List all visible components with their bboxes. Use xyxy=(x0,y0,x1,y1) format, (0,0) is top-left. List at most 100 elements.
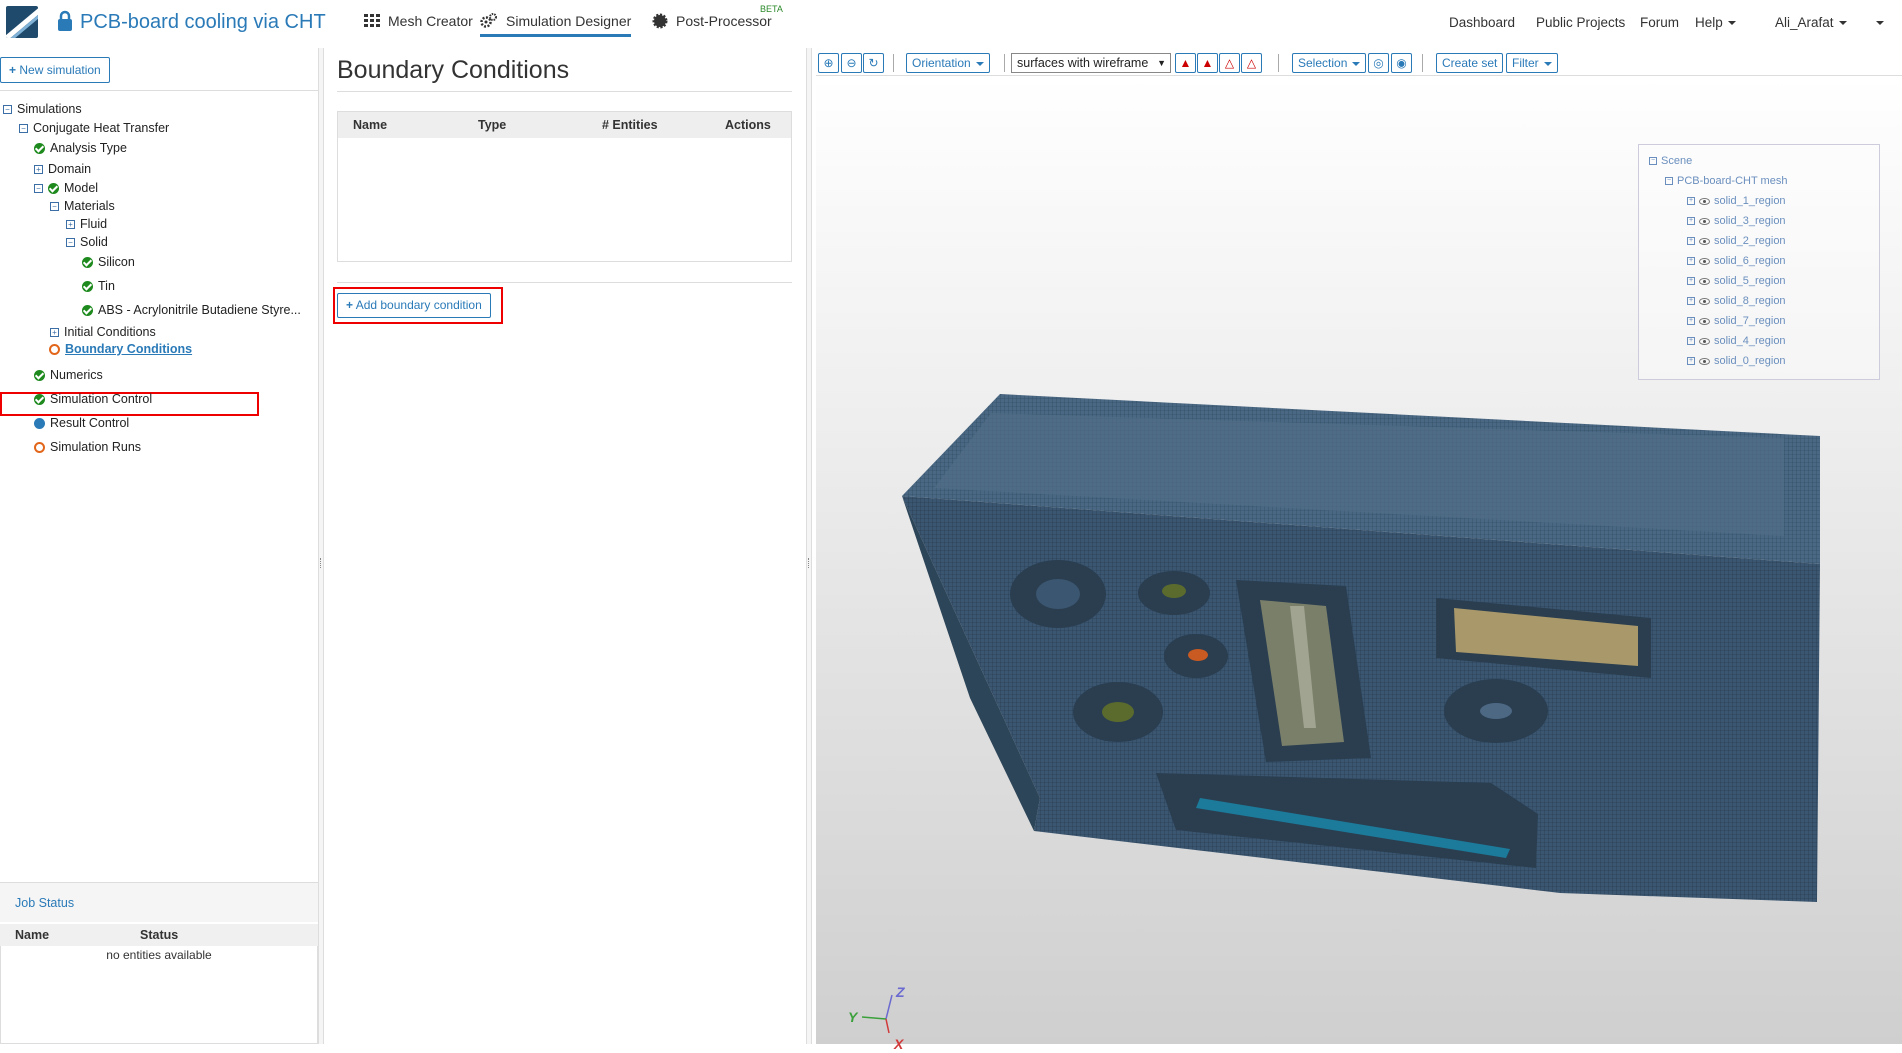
tree-conjugate-heat-transfer[interactable]: − Conjugate Heat Transfer xyxy=(19,121,169,135)
tree-simulations[interactable]: − Simulations xyxy=(3,102,82,116)
tree-simulation-runs[interactable]: Simulation Runs xyxy=(34,440,141,454)
expand-icon[interactable]: + xyxy=(1687,337,1695,345)
tree-abs[interactable]: ABS - Acrylonitrile Butadiene Styre... xyxy=(82,303,301,317)
tree-label: Simulation Control xyxy=(50,392,153,406)
left-splitter[interactable] xyxy=(318,48,324,1044)
tree-silicon[interactable]: Silicon xyxy=(82,255,135,269)
render-mode-select[interactable]: surfaces with wireframe ▼ xyxy=(1011,53,1171,73)
eye-icon[interactable] xyxy=(1699,357,1710,365)
zoom-in-icon[interactable]: ⊕ xyxy=(818,53,839,73)
show-icon[interactable]: ◉ xyxy=(1391,53,1412,73)
expand-icon[interactable]: + xyxy=(1687,257,1695,265)
link-dashboard[interactable]: Dashboard xyxy=(1449,15,1515,30)
eye-icon[interactable] xyxy=(1699,237,1710,245)
collapse-icon[interactable]: − xyxy=(66,237,75,247)
expand-icon[interactable]: + xyxy=(50,327,59,337)
project-title[interactable]: PCB-board cooling via CHT xyxy=(80,11,326,34)
check-circle-icon xyxy=(48,182,59,194)
expand-icon[interactable]: + xyxy=(1687,217,1695,225)
scene-region[interactable]: + solid_3_region xyxy=(1687,215,1786,227)
eye-icon[interactable] xyxy=(1699,217,1710,225)
tree-boundary-conditions[interactable]: Boundary Conditions xyxy=(49,342,192,356)
info-circle-icon xyxy=(34,417,45,429)
expand-icon[interactable]: + xyxy=(1687,277,1695,285)
user-menu[interactable]: Ali_Arafat xyxy=(1775,15,1847,30)
outline-icon[interactable]: △ xyxy=(1241,53,1262,73)
collapse-icon[interactable]: − xyxy=(1665,177,1673,185)
reset-view-icon[interactable]: ↻ xyxy=(863,53,884,73)
caret-down-icon xyxy=(1352,61,1361,66)
scene-region[interactable]: + solid_5_region xyxy=(1687,275,1786,287)
eye-icon[interactable] xyxy=(1699,297,1710,305)
tree-simulation-control[interactable]: Simulation Control xyxy=(34,392,152,406)
filter-dropdown[interactable]: Filter xyxy=(1506,53,1558,73)
expand-icon[interactable]: + xyxy=(34,164,43,174)
help-dropdown[interactable]: Help xyxy=(1695,15,1736,30)
expand-icon[interactable]: + xyxy=(66,219,75,229)
tree-result-control[interactable]: Result Control xyxy=(34,416,129,430)
expand-icon[interactable]: + xyxy=(1687,237,1695,245)
collapse-icon[interactable]: − xyxy=(50,201,59,211)
right-splitter[interactable] xyxy=(806,48,812,1044)
scene-root[interactable]: − Scene xyxy=(1649,155,1692,167)
more-dropdown[interactable] xyxy=(1871,15,1884,30)
orientation-label: Orientation xyxy=(912,56,971,70)
tree-materials[interactable]: − Materials xyxy=(50,199,115,213)
scene-region[interactable]: + solid_7_region xyxy=(1687,315,1786,327)
eye-icon[interactable] xyxy=(1699,257,1710,265)
scene-region[interactable]: + solid_2_region xyxy=(1687,235,1786,247)
tree-label: Fluid xyxy=(80,217,108,231)
expand-icon[interactable]: + xyxy=(1687,197,1695,205)
beta-badge: BETA xyxy=(760,4,783,14)
tree-tin[interactable]: Tin xyxy=(82,279,115,293)
surface-icon[interactable]: ▲ xyxy=(1175,53,1196,73)
orientation-dropdown[interactable]: Orientation xyxy=(906,53,990,73)
tree-label: Solid xyxy=(80,235,108,249)
wireframe-icon[interactable]: △ xyxy=(1219,53,1240,73)
3d-canvas[interactable]: − Scene − PCB-board-CHT mesh + solid_1_regi… xyxy=(816,78,1902,1052)
new-simulation-button[interactable]: + New simulation xyxy=(0,57,110,83)
add-boundary-condition-button[interactable]: + Add boundary condition xyxy=(337,293,491,318)
collapse-icon[interactable]: − xyxy=(34,183,43,193)
collapse-icon[interactable]: − xyxy=(19,123,28,133)
tree-domain[interactable]: + Domain xyxy=(34,162,91,176)
scene-label: solid_8_region xyxy=(1714,295,1786,307)
pending-circle-icon xyxy=(34,441,45,453)
scene-region[interactable]: + solid_0_region xyxy=(1687,355,1786,367)
scene-mesh[interactable]: − PCB-board-CHT mesh xyxy=(1665,175,1787,187)
eye-icon[interactable] xyxy=(1699,277,1710,285)
tab-mesh-creator[interactable]: Mesh Creator xyxy=(364,13,473,29)
scene-region[interactable]: + solid_6_region xyxy=(1687,255,1786,267)
col-name: Name xyxy=(15,928,50,942)
surface-wireframe-icon[interactable]: ▲ xyxy=(1197,53,1218,73)
tree-initial-conditions[interactable]: + Initial Conditions xyxy=(50,325,156,339)
scene-region[interactable]: + solid_8_region xyxy=(1687,295,1786,307)
tree-analysis-type[interactable]: Analysis Type xyxy=(34,141,127,155)
expand-icon[interactable]: + xyxy=(1687,297,1695,305)
expand-icon[interactable]: + xyxy=(1687,317,1695,325)
collapse-icon[interactable]: − xyxy=(3,104,12,114)
scene-region[interactable]: + solid_4_region xyxy=(1687,335,1786,347)
scene-label: solid_7_region xyxy=(1714,315,1786,327)
expand-icon[interactable]: + xyxy=(1687,357,1695,365)
scene-region[interactable]: + solid_1_region xyxy=(1687,195,1786,207)
tab-post-processor[interactable]: Post-Processor xyxy=(652,13,772,29)
create-set-button[interactable]: Create set xyxy=(1436,53,1504,73)
zoom-out-icon[interactable]: ⊖ xyxy=(841,53,862,73)
link-forum[interactable]: Forum xyxy=(1640,15,1679,30)
eye-icon[interactable] xyxy=(1699,337,1710,345)
tree-solid[interactable]: − Solid xyxy=(66,235,108,249)
collapse-icon[interactable]: − xyxy=(1649,157,1657,165)
selection-dropdown[interactable]: Selection xyxy=(1292,53,1367,73)
tree-numerics[interactable]: Numerics xyxy=(34,368,103,382)
tree-model[interactable]: − Model xyxy=(34,181,98,195)
top-navbar: PCB-board cooling via CHT Mesh Creator S… xyxy=(0,0,1902,44)
tree-fluid[interactable]: + Fluid xyxy=(66,217,107,231)
tab-simulation-designer[interactable]: Simulation Designer xyxy=(480,13,632,37)
link-public-projects[interactable]: Public Projects xyxy=(1536,15,1625,30)
hide-icon[interactable]: ◎ xyxy=(1368,53,1389,73)
tree-label: Model xyxy=(64,181,99,195)
simscale-logo[interactable] xyxy=(6,6,38,38)
eye-icon[interactable] xyxy=(1699,197,1710,205)
eye-icon[interactable] xyxy=(1699,317,1710,325)
